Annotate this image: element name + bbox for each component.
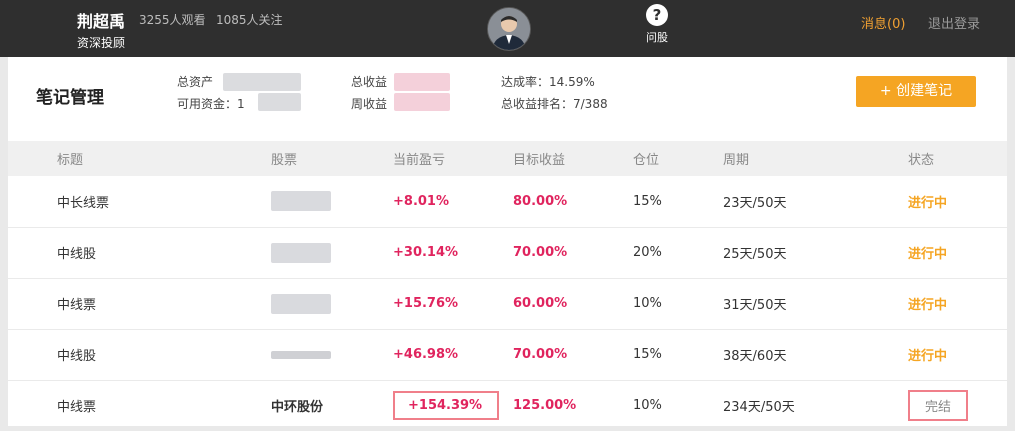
row-position: 20% [633,245,662,260]
row-current-pnl: +46.98% [393,347,459,362]
total-profit-value-redacted [394,73,450,91]
logout-link[interactable]: 退出登录 [928,13,980,32]
create-note-button[interactable]: + 创建笔记 [856,76,976,107]
row-target: 70.00% [513,245,568,260]
row-status-highlighted[interactable]: 完结 [908,390,969,422]
user-name[interactable]: 荆超禹 [77,8,125,32]
profit-rank: 总收益排名：7/388 [501,97,608,111]
table-row[interactable]: 中线股 +30.14% 70.00% 20% 25天/50天 进行中 [8,227,1007,278]
achievement-rate: 达成率：14.59% [501,75,595,89]
row-title: 中长线票 [57,195,110,211]
col-pnl-header: 当前盈亏 [393,153,446,168]
row-target: 60.00% [513,296,568,311]
row-period: 25天/50天 [723,247,787,262]
col-period-header: 周期 [723,153,750,168]
row-position: 10% [633,296,662,311]
stock-redacted [271,176,393,227]
stock-redacted [271,329,393,380]
messages-link[interactable]: 消息(0) [861,13,905,32]
row-position: 15% [633,193,662,209]
table-row[interactable]: 中线股 +46.98% 70.00% 15% 38天/60天 进行中 [8,329,1007,380]
table-row[interactable]: 中长线票 +8.01% 80.00% 15% 23天/50天 进行中 [8,176,1007,227]
row-target: 70.00% [513,347,568,362]
row-position: 10% [633,398,662,414]
row-period: 38天/60天 [723,349,787,364]
notes-panel: 笔记管理 总资产 可用资金：1 总收益 周收益 达成率：14.59% 总收益排名… [8,57,1007,426]
stock-redacted [271,227,393,278]
total-profit-label: 总收益 [351,75,388,89]
row-status[interactable]: 进行中 [908,329,1007,380]
weekly-profit-label: 周收益 [351,97,388,111]
col-title-header: 标题 [57,153,84,168]
row-title: 中线股 [57,247,97,262]
col-stock-header: 股票 [271,153,298,168]
weekly-profit-value-redacted [394,93,450,111]
col-position-header: 仓位 [633,153,660,168]
table-row[interactable]: 中线票 中环股份 +154.39% 125.00% 10% 234天/50天 完… [8,380,1007,431]
row-target: 80.00% [513,193,568,209]
table-row[interactable]: 中线票 +15.76% 60.00% 10% 31天/50天 进行中 [8,278,1007,329]
page-title: 笔记管理 [36,88,104,108]
ask-stock-label: 问股 [646,31,668,44]
top-bar: 荆超禹 3255人观看 1085人关注 资深投顾 ? 问股 消息(0) 退出登录 [0,0,1015,57]
ask-stock-button[interactable]: ? 问股 [642,4,672,45]
row-current-pnl-highlighted: +154.39% [393,391,500,421]
row-current-pnl: +15.76% [393,296,459,311]
col-status-header: 状态 [908,153,935,168]
row-status[interactable]: 进行中 [908,176,1007,227]
available-funds-label: 可用资金：1 [177,97,245,111]
row-current-pnl: +30.14% [393,245,459,260]
row-target: 125.00% [513,398,577,414]
views-count: 3255人观看 [139,13,206,27]
available-funds-value-redacted [258,93,301,111]
follows-count: 1085人关注 [216,13,283,27]
row-position: 15% [633,347,662,362]
question-icon: ? [646,4,668,26]
table-header-row: 标题 股票 当前盈亏 目标收益 仓位 周期 状态 [8,141,1007,176]
row-period: 23天/50天 [723,195,787,211]
row-title: 中线股 [57,349,97,364]
avatar-image [488,8,530,50]
row-title: 中线票 [57,298,97,313]
avatar[interactable] [487,7,531,51]
row-period: 234天/50天 [723,400,795,416]
total-assets-value-redacted [223,73,301,91]
row-status[interactable]: 进行中 [908,227,1007,278]
row-current-pnl: +8.01% [393,193,449,209]
row-status[interactable]: 进行中 [908,278,1007,329]
col-target-header: 目标收益 [513,153,566,168]
row-stock-name[interactable]: 中环股份 [271,400,323,415]
notes-table: 标题 股票 当前盈亏 目标收益 仓位 周期 状态 中长线票 +8.01% 80.… [8,141,1007,431]
stock-redacted [271,278,393,329]
total-assets-label: 总资产 [177,75,214,89]
panel-header: 笔记管理 总资产 可用资金：1 总收益 周收益 达成率：14.59% 总收益排名… [8,57,1007,141]
user-role: 资深投顾 [77,36,126,50]
row-title: 中线票 [57,400,97,416]
row-period: 31天/50天 [723,298,787,313]
